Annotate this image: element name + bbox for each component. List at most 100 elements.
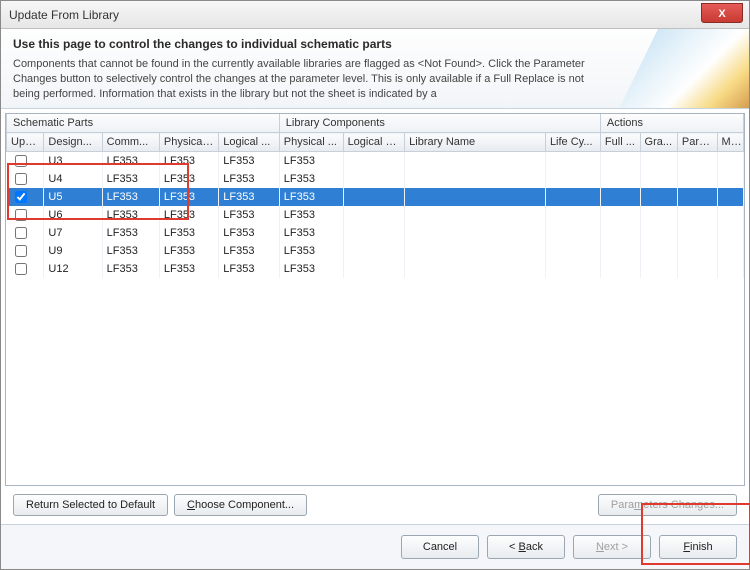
table-cell: U7: [44, 224, 102, 242]
table-cell: [600, 170, 640, 188]
group-actions: Actions: [600, 114, 743, 133]
dialog-footer: Cancel < Back Next > Finish: [1, 524, 749, 569]
table-row[interactable]: U6LF353LF353LF353LF353: [7, 206, 744, 224]
table-cell: U12: [44, 260, 102, 278]
table-cell: [717, 260, 744, 278]
col-upd[interactable]: Upd...: [7, 133, 44, 152]
col-logicalS[interactable]: Logical S...: [343, 133, 405, 152]
row-checkbox[interactable]: [15, 155, 27, 167]
table-cell: [343, 260, 405, 278]
table-cell: [405, 260, 546, 278]
table-cell: [545, 242, 600, 260]
table-cell: LF353: [219, 188, 280, 206]
table-cell: [640, 188, 677, 206]
table-cell: LF353: [219, 170, 280, 188]
table-row[interactable]: U4LF353LF353LF353LF353: [7, 170, 744, 188]
table-body: U3LF353LF353LF353LF353U4LF353LF353LF353L…: [7, 152, 744, 278]
dialog-header: Use this page to control the changes to …: [1, 29, 749, 109]
table-cell: [405, 152, 546, 170]
group-library: Library Components: [279, 114, 600, 133]
table-cell: [717, 224, 744, 242]
table-cell: [677, 206, 717, 224]
table-cell: [717, 206, 744, 224]
table-cell: [600, 260, 640, 278]
finish-button[interactable]: Finish: [659, 535, 737, 559]
col-gra[interactable]: Gra...: [640, 133, 677, 152]
table-cell: [545, 224, 600, 242]
table-cell: LF353: [279, 188, 343, 206]
table-cell: U4: [44, 170, 102, 188]
table-row[interactable]: U7LF353LF353LF353LF353: [7, 224, 744, 242]
col-logical[interactable]: Logical ...: [219, 133, 280, 152]
col-design[interactable]: Design...: [44, 133, 102, 152]
table-cell: LF353: [102, 152, 159, 170]
choose-component-button[interactable]: Choose Component...: [174, 494, 307, 516]
col-full[interactable]: Full ...: [600, 133, 640, 152]
table-cell: [717, 152, 744, 170]
table-cell: [677, 224, 717, 242]
return-default-button[interactable]: Return Selected to Default: [13, 494, 168, 516]
col-m[interactable]: M...: [717, 133, 744, 152]
row-checkbox[interactable]: [15, 173, 27, 185]
row-checkbox[interactable]: [15, 245, 27, 257]
back-button[interactable]: < Back: [487, 535, 565, 559]
table-cell: [600, 152, 640, 170]
row-checkbox[interactable]: [15, 263, 27, 275]
row-checkbox[interactable]: [15, 227, 27, 239]
col-libname[interactable]: Library Name: [405, 133, 546, 152]
window-title: Update From Library: [9, 8, 119, 22]
table-cell: [343, 170, 405, 188]
table-cell: [640, 206, 677, 224]
col-phys[interactable]: Physica... /: [159, 133, 218, 152]
col-para[interactable]: Para...: [677, 133, 717, 152]
table-cell: [677, 188, 717, 206]
table-cell: [7, 260, 44, 278]
parts-table: Schematic Parts Library Components Actio…: [6, 114, 744, 278]
table-cell: LF353: [159, 170, 218, 188]
table-cell: LF353: [159, 152, 218, 170]
table-cell: LF353: [159, 188, 218, 206]
row-checkbox[interactable]: [15, 209, 27, 221]
table-cell: [600, 242, 640, 260]
table-row[interactable]: U9LF353LF353LF353LF353: [7, 242, 744, 260]
col-lifecy[interactable]: Life Cy...: [545, 133, 600, 152]
dialog-window: Update From Library X Use this page to c…: [0, 0, 750, 570]
table-cell: LF353: [102, 260, 159, 278]
table-cell: U3: [44, 152, 102, 170]
table-cell: LF353: [102, 242, 159, 260]
table-cell: [405, 188, 546, 206]
table-row[interactable]: U5LF353LF353LF353LF353: [7, 188, 744, 206]
table-cell: [640, 260, 677, 278]
table-cell: [677, 242, 717, 260]
table-cell: [405, 206, 546, 224]
table-cell: [677, 152, 717, 170]
table-row[interactable]: U12LF353LF353LF353LF353: [7, 260, 744, 278]
col-physL[interactable]: Physical ...: [279, 133, 343, 152]
table-cell: LF353: [159, 260, 218, 278]
table-cell: [7, 170, 44, 188]
header-description: Components that cannot be found in the c…: [13, 57, 593, 102]
table-row[interactable]: U3LF353LF353LF353LF353: [7, 152, 744, 170]
table-cell: [343, 206, 405, 224]
cancel-button[interactable]: Cancel: [401, 535, 479, 559]
table-cell: [640, 152, 677, 170]
table-cell: [343, 242, 405, 260]
table-cell: [677, 170, 717, 188]
row-checkbox[interactable]: [15, 191, 27, 203]
table-cell: LF353: [159, 224, 218, 242]
parts-grid[interactable]: Schematic Parts Library Components Actio…: [5, 113, 745, 486]
table-cell: [717, 170, 744, 188]
table-cell: LF353: [279, 170, 343, 188]
close-button[interactable]: X: [701, 3, 743, 23]
next-button: Next >: [573, 535, 651, 559]
col-comm[interactable]: Comm...: [102, 133, 159, 152]
table-cell: LF353: [279, 206, 343, 224]
table-cell: LF353: [102, 224, 159, 242]
sort-asc-icon: /: [215, 138, 217, 147]
table-cell: [600, 224, 640, 242]
table-cell: LF353: [219, 260, 280, 278]
table-cell: [545, 152, 600, 170]
table-cell: [640, 224, 677, 242]
table-cell: U5: [44, 188, 102, 206]
table-cell: [717, 242, 744, 260]
